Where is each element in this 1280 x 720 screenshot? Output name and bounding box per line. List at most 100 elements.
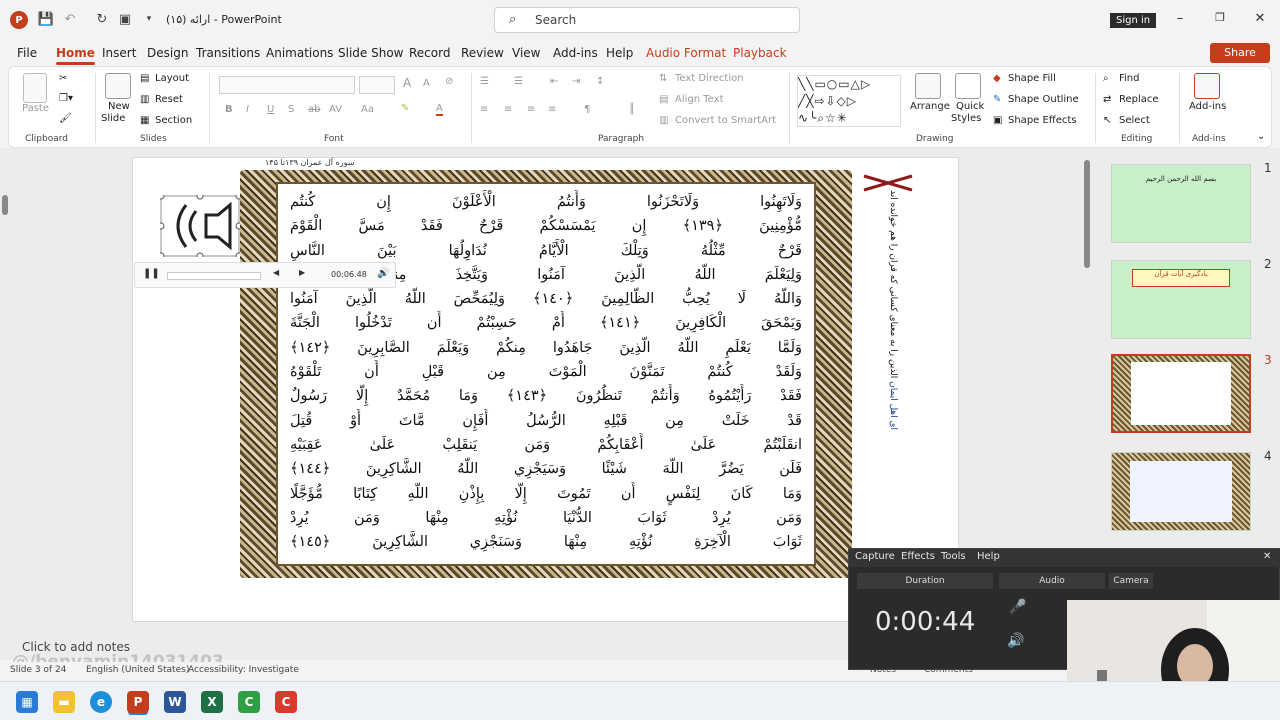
quick-styles-label[interactable]: Quick [956, 101, 984, 112]
replace-button[interactable]: Replace [1119, 94, 1159, 105]
layout-button[interactable]: Layout [155, 73, 189, 84]
tab-record[interactable]: Record [409, 46, 450, 60]
shadow-button[interactable]: S [288, 104, 294, 115]
excel-icon[interactable]: X [201, 691, 223, 713]
new-slide-label-2[interactable]: Slide [101, 113, 125, 124]
justify-icon[interactable]: ≡ [548, 104, 556, 115]
tab-home[interactable]: Home [56, 46, 95, 65]
bullets-icon[interactable]: ☰ [480, 76, 489, 87]
minimize-icon[interactable]: – [1170, 11, 1190, 27]
present-icon[interactable]: ▣ [117, 11, 133, 27]
customize-toolbar-icon[interactable]: ▾ [141, 11, 157, 27]
save-icon[interactable]: 💾 [38, 11, 54, 27]
reset-button[interactable]: Reset [155, 94, 183, 105]
font-color-button[interactable]: A [436, 103, 443, 116]
find-button[interactable]: Find [1119, 73, 1140, 84]
align-center-icon[interactable]: ≡ [504, 104, 512, 115]
tab-add-ins[interactable]: Add-ins [553, 46, 598, 60]
accessibility-status[interactable]: Accessibility: Investigate [188, 665, 299, 675]
file-explorer-icon[interactable]: ▬ [53, 691, 75, 713]
forward-icon[interactable]: ▶ [299, 268, 305, 277]
recorder-menu-help[interactable]: Help [977, 551, 1000, 562]
shrink-font-button[interactable]: A [423, 78, 430, 89]
grow-font-button[interactable]: A [403, 76, 411, 90]
camtasia-icon[interactable]: C [238, 691, 260, 713]
tab-review[interactable]: Review [461, 46, 504, 60]
copy-icon[interactable]: ❐▾ [59, 93, 73, 104]
rewind-icon[interactable]: ◀ [273, 268, 279, 277]
format-painter-icon[interactable]: 🖌 [59, 113, 72, 124]
restore-icon[interactable]: ❐ [1210, 11, 1230, 27]
change-case-button[interactable]: Aa [361, 104, 374, 115]
section-button[interactable]: Section [155, 115, 192, 126]
align-text-button[interactable]: Align Text [675, 94, 724, 105]
speaker-icon[interactable] [160, 195, 240, 257]
microphone-icon[interactable]: 🎤 [1009, 599, 1026, 615]
tab-animations[interactable]: Animations [266, 46, 333, 60]
verse-text-box[interactable]: وَلَاتَهِنُوا وَلَاتَحْزَنُوا وَأَنتُمُ … [276, 182, 816, 566]
quick-styles-icon[interactable] [955, 73, 981, 99]
decrease-indent-icon[interactable]: ⇤ [550, 76, 558, 87]
recorder-app-icon[interactable]: C [275, 691, 297, 713]
shape-fill-button[interactable]: Shape Fill [1008, 73, 1056, 84]
recorder-close-icon[interactable]: ✕ [1263, 551, 1271, 562]
shape-effects-button[interactable]: Shape Effects [1008, 115, 1076, 126]
font-name-combo[interactable] [219, 76, 355, 94]
start-icon[interactable]: ▦ [16, 691, 38, 713]
speaker-output-icon[interactable]: 🔊 [1007, 633, 1024, 649]
quick-styles-label-2[interactable]: Styles [951, 113, 981, 124]
new-slide-icon[interactable] [105, 73, 131, 99]
collapse-ribbon-icon[interactable]: ⌄ [1257, 131, 1265, 142]
undo-icon[interactable]: ↶ [62, 11, 78, 27]
tab-insert[interactable]: Insert [102, 46, 136, 60]
align-left-icon[interactable]: ≡ [480, 104, 488, 115]
redo-icon[interactable]: ↻ [94, 11, 110, 27]
left-scrollbar-thumb[interactable] [2, 195, 8, 215]
language-status[interactable]: English (United States) [86, 665, 189, 675]
word-icon[interactable]: W [164, 691, 186, 713]
align-right-icon[interactable]: ≡ [527, 104, 535, 115]
bold-button[interactable]: B [225, 104, 233, 115]
slide-thumbnail-3[interactable] [1111, 354, 1251, 433]
paste-label[interactable]: Paste [22, 103, 49, 114]
recorder-menu-capture[interactable]: Capture [855, 551, 895, 562]
shape-outline-button[interactable]: Shape Outline [1008, 94, 1079, 105]
tab-audio-format[interactable]: Audio Format [646, 46, 726, 60]
tab-transitions[interactable]: Transitions [196, 46, 260, 60]
thumbnail-scrollbar-thumb[interactable] [1084, 160, 1090, 268]
edge-icon[interactable]: e [90, 691, 112, 713]
sign-in-button[interactable]: Sign in [1110, 13, 1157, 28]
arrange-icon[interactable] [915, 73, 941, 99]
arrange-button[interactable]: Arrange [910, 101, 950, 112]
spacing-icon[interactable]: AV [329, 104, 342, 115]
convert-smartart-button[interactable]: Convert to SmartArt [675, 115, 776, 126]
new-slide-label[interactable]: New [108, 101, 130, 112]
tab-slide-show[interactable]: Slide Show [338, 46, 403, 60]
rtl-icon[interactable]: ¶ [584, 104, 590, 115]
slide-thumbnail-1[interactable]: بسم الله الرحمن الرحيم [1111, 164, 1251, 243]
tab-view[interactable]: View [512, 46, 540, 60]
text-direction-button[interactable]: Text Direction [675, 73, 744, 84]
clear-format-icon[interactable]: ⊘ [445, 76, 453, 87]
columns-icon[interactable]: ║ [629, 104, 635, 115]
powerpoint-taskbar-icon[interactable]: P [127, 691, 149, 713]
audio-progress-track[interactable] [167, 272, 261, 280]
tab-file[interactable]: File [17, 46, 37, 60]
share-button[interactable]: Share [1210, 43, 1270, 63]
tab-design[interactable]: Design [147, 46, 188, 60]
slide-thumbnail-2[interactable]: یادگیری آیات قرآن [1111, 260, 1251, 339]
tab-playback[interactable]: Playback [733, 46, 787, 60]
numbering-icon[interactable]: ☰ [514, 76, 523, 87]
pause-icon[interactable]: ❚❚ [143, 268, 160, 279]
search-box[interactable]: ⌕ Search [494, 7, 800, 33]
shapes-gallery[interactable]: ╲╲▭○▭△▷ ╱╳⇨⇩◇▷ ∿╰⌕☆✳ [797, 75, 901, 127]
italic-button[interactable]: I [246, 104, 249, 115]
recorder-menu-effects[interactable]: Effects [901, 551, 935, 562]
recorder-menu-tools[interactable]: Tools [941, 551, 966, 562]
paste-icon[interactable] [23, 73, 47, 103]
tab-help[interactable]: Help [606, 46, 633, 60]
add-ins-button[interactable]: Add-ins [1189, 101, 1226, 112]
close-icon[interactable]: ✕ [1250, 11, 1270, 27]
cut-icon[interactable]: ✂ [59, 73, 67, 84]
select-button[interactable]: Select [1119, 115, 1150, 126]
